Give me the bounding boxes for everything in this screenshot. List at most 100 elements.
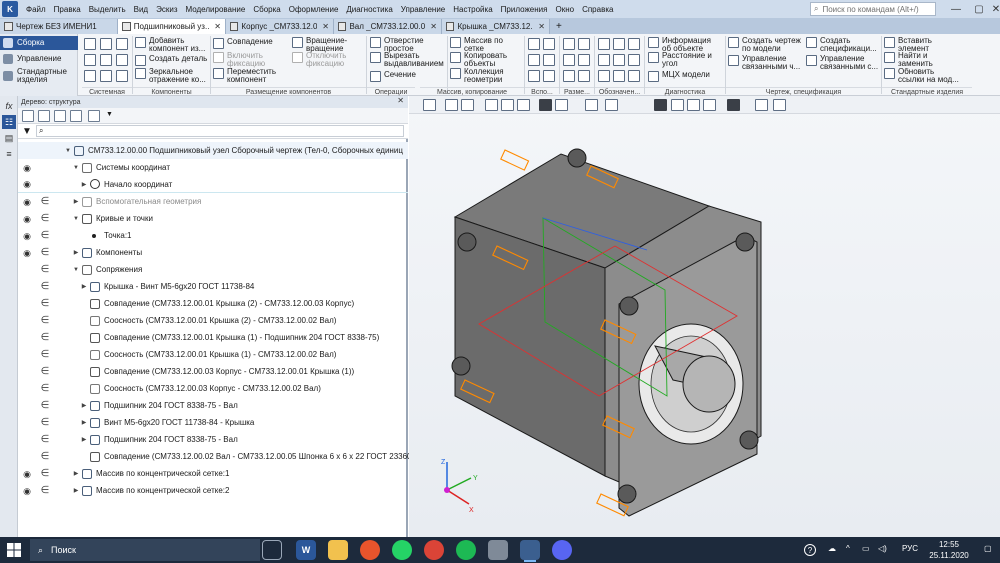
properties-icon[interactable] <box>116 38 128 50</box>
clock-date[interactable]: 25.11.2020 <box>924 551 974 560</box>
create-drawing-button[interactable]: Создать чертеж по модели <box>728 37 801 53</box>
tree-row[interactable]: ∈ ▶ Крышка - Винт М5-6gx20 ГОСТ 11738-84 <box>18 278 408 295</box>
include-in-calc-icon[interactable]: ∈ <box>40 434 50 445</box>
expand-toggle-icon[interactable]: ▼ <box>64 148 72 154</box>
view-wireframe-icon[interactable] <box>671 99 684 111</box>
tree-row[interactable]: ∈ Соосность (СМ733.12.00.03 Корпус - СМ73… <box>18 380 408 397</box>
include-in-calc-icon[interactable]: ∈ <box>40 281 50 292</box>
mark-position-icon[interactable] <box>613 54 625 66</box>
hole-button[interactable]: Отверстие простое <box>370 37 424 53</box>
mark-base-icon[interactable] <box>598 54 610 66</box>
coincidence-button[interactable]: Совпадение <box>213 38 273 49</box>
section-button[interactable]: Сечение <box>370 71 416 82</box>
document-tab[interactable]: Корпус _СМ733.12.0... ✕ <box>226 19 334 34</box>
word-icon[interactable]: W <box>296 540 316 560</box>
tree-row[interactable]: ∈ ▶ Подшипник 204 ГОСТ 8338-75 - Вал <box>18 397 408 414</box>
include-in-calc-icon[interactable]: ∈ <box>40 332 50 343</box>
menu-item[interactable]: Вид <box>130 5 152 14</box>
aux-axis-icon[interactable] <box>543 38 555 50</box>
visibility-eye-icon[interactable]: ◉ <box>22 469 32 478</box>
tree-row[interactable]: ∈ Соосность (СМ733.12.00.01 Крышка (1) - … <box>18 346 408 363</box>
dim-diameter-icon[interactable] <box>578 54 590 66</box>
object-info-button[interactable]: Информация об объекте <box>648 37 711 53</box>
taskbar-search[interactable]: ⌕ Поиск <box>30 539 260 561</box>
include-in-calc-icon[interactable]: ∈ <box>40 383 50 394</box>
kompas-taskbar-icon[interactable] <box>520 540 540 562</box>
tree-row[interactable]: ∈ Совпадение (СМ733.12.00.02 Вал - СМ733.… <box>18 448 426 465</box>
mark-weld-icon[interactable] <box>628 54 640 66</box>
document-tab[interactable]: Чертеж БЕЗ ИМЕНИ1 <box>0 19 118 34</box>
manage-linked-specs-button[interactable]: Управление связанными с... <box>806 55 878 71</box>
include-in-calc-icon[interactable]: ∈ <box>40 417 50 428</box>
help-icon[interactable]: ? <box>804 544 816 556</box>
volume-icon[interactable]: ◁) <box>878 544 887 553</box>
include-in-calc-icon[interactable]: ∈ <box>40 213 50 224</box>
view-components-icon[interactable] <box>687 99 700 111</box>
view-shaded-icon[interactable] <box>539 99 552 111</box>
whatsapp-icon[interactable] <box>392 540 412 560</box>
expand-toggle-icon[interactable]: ▶ <box>80 402 88 409</box>
enable-fix-button[interactable]: Включить фиксацию <box>213 52 265 68</box>
print-icon[interactable] <box>100 54 112 66</box>
cut-extrude-button[interactable]: Вырезать выдавливанием <box>370 52 444 68</box>
copy-icon[interactable] <box>116 70 128 82</box>
include-in-calc-icon[interactable]: ∈ <box>40 247 50 258</box>
view-pen-icon[interactable] <box>773 99 786 111</box>
menu-item[interactable]: Приложения <box>497 5 552 14</box>
mark-roughness-icon[interactable] <box>613 38 625 50</box>
undo-icon[interactable] <box>84 70 96 82</box>
include-in-calc-icon[interactable]: ∈ <box>40 298 50 309</box>
view-zoom-icon[interactable] <box>485 99 498 111</box>
include-in-calc-icon[interactable]: ∈ <box>40 366 50 377</box>
save-icon[interactable] <box>84 54 96 66</box>
expand-toggle-icon[interactable]: ▶ <box>80 283 88 290</box>
expand-toggle-icon[interactable]: ▶ <box>72 470 80 477</box>
mass-properties-button[interactable]: МЦХ модели <box>648 71 710 82</box>
mark-table-icon[interactable] <box>613 70 625 82</box>
menu-item[interactable]: Эскиз <box>152 5 181 14</box>
mode-standard-items[interactable]: Стандартные изделия <box>0 66 78 86</box>
visibility-eye-icon[interactable]: ◉ <box>22 231 32 240</box>
view-hidden-lines-icon[interactable] <box>654 99 667 111</box>
view-fit-icon[interactable] <box>445 99 458 111</box>
menu-item[interactable]: Файл <box>22 5 50 14</box>
tree-row[interactable]: ∈ Совпадение (СМ733.12.00.01 Крышка (2) -… <box>18 295 408 312</box>
dim-auto-icon[interactable] <box>563 70 575 82</box>
tree-row[interactable]: ∈ ▶ Подшипник 204 ГОСТ 8338-75 - Вал <box>18 431 408 448</box>
tree-view-list-icon[interactable] <box>38 110 50 122</box>
tree-row[interactable]: ◉ ∈ ▶ Компоненты <box>18 244 408 261</box>
tree-row[interactable]: ◉ ∈ ▼ Кривые и точки <box>18 210 408 227</box>
aux-plane-icon[interactable] <box>528 38 540 50</box>
menu-item[interactable]: Управление <box>397 5 449 14</box>
include-in-calc-icon[interactable]: ∈ <box>40 485 50 496</box>
tree-row[interactable]: ◉ ▶ Начало координат <box>18 176 408 193</box>
move-component-button[interactable]: Переместить компонент <box>213 68 276 84</box>
include-in-calc-icon[interactable]: ∈ <box>40 468 50 479</box>
menu-item[interactable]: Правка <box>50 5 85 14</box>
document-tab[interactable]: Крышка _СМ733.12.... ✕ <box>442 19 550 34</box>
menu-item[interactable]: Настройка <box>449 5 496 14</box>
add-component-button[interactable]: Добавить компонент из... <box>135 37 205 53</box>
create-spec-button[interactable]: Создать спецификаци... <box>806 37 877 53</box>
menu-item[interactable]: Моделирование <box>181 5 249 14</box>
visibility-eye-icon[interactable]: ◉ <box>22 214 32 223</box>
view-section-icon[interactable] <box>585 99 598 111</box>
task-view-icon[interactable] <box>262 540 282 560</box>
new-doc-icon[interactable] <box>84 38 96 50</box>
manage-linked-drawings-button[interactable]: Управление связанными ч... <box>728 55 800 71</box>
close-tab-icon[interactable]: ✕ <box>214 22 221 31</box>
view-explode-icon[interactable] <box>703 99 716 111</box>
file-explorer-icon[interactable] <box>328 540 348 560</box>
visibility-eye-icon[interactable]: ◉ <box>22 248 32 257</box>
include-in-calc-icon[interactable]: ∈ <box>40 315 50 326</box>
include-in-calc-icon[interactable]: ∈ <box>40 451 50 462</box>
view-pan-icon[interactable] <box>501 99 514 111</box>
dim-linear-icon[interactable] <box>563 38 575 50</box>
kompas-logo[interactable]: K <box>2 1 18 17</box>
tree-row[interactable]: ∈ Соосность (СМ733.12.00.01 Крышка (2) - … <box>18 312 408 329</box>
tree-row[interactable]: ▼ СМ733.12.00.00 Подшипниковый узел Сборо… <box>18 142 408 159</box>
network-icon[interactable]: ▭ <box>862 544 870 553</box>
expand-toggle-icon[interactable]: ▶ <box>72 249 80 256</box>
tree-row[interactable]: ∈ ▼ Сопряжения <box>18 261 408 278</box>
mark-text-icon[interactable] <box>598 70 610 82</box>
